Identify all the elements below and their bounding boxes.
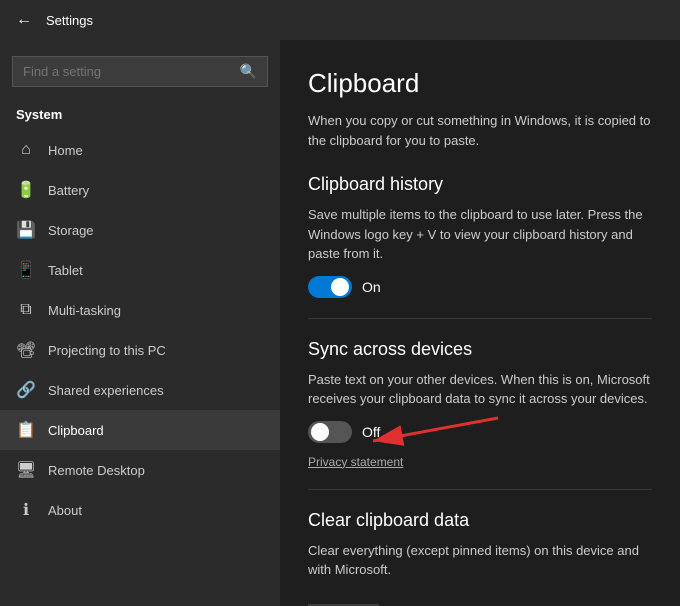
sidebar-label-remote: Remote Desktop [48,463,145,478]
sidebar-icon-storage: 💾 [16,220,36,240]
toggle-knob [331,278,349,296]
sidebar-label-home: Home [48,143,83,158]
sidebar-item-about[interactable]: ℹ About [0,490,280,530]
toggle-label-sync: Off [362,424,380,440]
sidebar-section-label: System [0,103,280,130]
sidebar: 🔍 System ⌂ Home 🔋 Battery 💾 Storage 📱 Tablet ⧉ Mu… [0,40,280,606]
toggle-row-clipboard-history: On [308,276,652,298]
sidebar-label-battery: Battery [48,183,89,198]
sidebar-label-shared: Shared experiences [48,383,164,398]
sidebar-item-clipboard[interactable]: 📋 Clipboard [0,410,280,450]
sidebar-label-tablet: Tablet [48,263,83,278]
sidebar-icon-home: ⌂ [16,140,36,160]
section-desc-clipboard-history: Save multiple items to the clipboard to … [308,205,652,264]
sidebar-item-tablet[interactable]: 📱 Tablet [0,250,280,290]
section-desc-sync: Paste text on your other devices. When t… [308,370,652,409]
back-button[interactable]: ← [12,8,36,32]
sidebar-icon-projecting: 📽 [16,340,36,360]
main-layout: 🔍 System ⌂ Home 🔋 Battery 💾 Storage 📱 Tablet ⧉ Mu… [0,40,680,606]
toggle-knob-sync [311,423,329,441]
sidebar-icon-shared: 🔗 [16,380,36,400]
sidebar-label-projecting: Projecting to this PC [48,343,166,358]
section-desc-clear: Clear everything (except pinned items) o… [308,541,652,580]
search-icon: 🔍 [240,63,257,80]
toggle-label-clipboard-history: On [362,279,381,295]
sidebar-label-storage: Storage [48,223,94,238]
sidebar-icon-battery: 🔋 [16,180,36,200]
title-bar: ← Settings [0,0,680,40]
sidebar-icon-tablet: 📱 [16,260,36,280]
search-box[interactable]: 🔍 [12,56,268,87]
section-title-sync: Sync across devices [308,339,652,360]
content-area: Clipboard When you copy or cut something… [280,40,680,606]
sidebar-item-multitasking[interactable]: ⧉ Multi-tasking [0,290,280,330]
sidebar-item-home[interactable]: ⌂ Home [0,130,280,170]
toggle-row-sync: Off [308,421,380,443]
sidebar-item-projecting[interactable]: 📽 Projecting to this PC [0,330,280,370]
sidebar-icon-multitasking: ⧉ [16,300,36,320]
sidebar-item-shared[interactable]: 🔗 Shared experiences [0,370,280,410]
page-description: When you copy or cut something in Window… [308,111,652,150]
sidebar-item-storage[interactable]: 💾 Storage [0,210,280,250]
sidebar-items-container: ⌂ Home 🔋 Battery 💾 Storage 📱 Tablet ⧉ Multi-taski… [0,130,280,530]
sync-toggle-area: Off [308,421,652,447]
search-input[interactable] [23,64,240,79]
privacy-statement-link[interactable]: Privacy statement [308,455,652,469]
divider-2 [308,489,652,490]
sidebar-icon-clipboard: 📋 [16,420,36,440]
toggle-sync[interactable] [308,421,352,443]
sidebar-label-multitasking: Multi-tasking [48,303,121,318]
title-bar-title: Settings [46,13,93,28]
sidebar-label-about: About [48,503,82,518]
sidebar-icon-about: ℹ [16,500,36,520]
sidebar-item-remote[interactable]: 🖥 Remote Desktop [0,450,280,490]
sidebar-item-battery[interactable]: 🔋 Battery [0,170,280,210]
toggle-clipboard-history[interactable] [308,276,352,298]
divider-1 [308,318,652,319]
section-title-clipboard-history: Clipboard history [308,174,652,195]
page-title: Clipboard [308,68,652,99]
section-title-clear: Clear clipboard data [308,510,652,531]
sidebar-icon-remote: 🖥 [16,460,36,480]
sidebar-label-clipboard: Clipboard [48,423,104,438]
